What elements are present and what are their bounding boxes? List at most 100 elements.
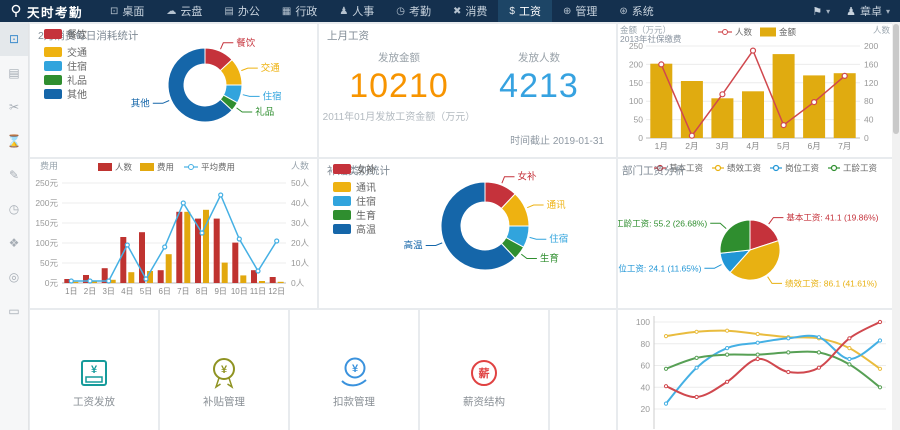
clock-icon: ◷ bbox=[9, 202, 19, 216]
app-logo[interactable]: 天时考勤 bbox=[0, 0, 99, 22]
panel-title: 部门工资分析 bbox=[622, 163, 685, 178]
nav-item-label: 消费 bbox=[465, 3, 487, 19]
svg-text:费用: 费用 bbox=[157, 162, 174, 172]
salary-pay-card[interactable]: ¥工资发放 bbox=[30, 310, 158, 430]
nav-item-system[interactable]: ⊛系统 bbox=[608, 0, 664, 22]
legend-item[interactable]: 住宿 bbox=[333, 193, 376, 208]
navbar-right: ⚑ ▾ ♟ 章卓 ▾ bbox=[812, 0, 900, 22]
cross-icon: ✖ bbox=[453, 6, 461, 17]
nav-item-hr[interactable]: ♟人事 bbox=[328, 0, 385, 22]
card-label: 扣款管理 bbox=[333, 394, 375, 409]
legend-item[interactable]: 女补 bbox=[333, 161, 376, 176]
card-label: 补贴管理 bbox=[203, 394, 245, 409]
svg-text:12日: 12日 bbox=[268, 287, 285, 296]
nav-item-label: 办公 bbox=[238, 3, 260, 19]
nav-item-admin[interactable]: ▦ 行政 bbox=[271, 0, 328, 22]
svg-text:礼品: 礼品 bbox=[255, 106, 274, 118]
panel-social-insurance: 050100150200250040801201602001月2月3月4月5月6… bbox=[618, 24, 892, 157]
nav-item-label: 工资 bbox=[519, 3, 541, 19]
sidebar-item-tag[interactable]: ✎ bbox=[0, 158, 28, 192]
svg-text:2013年社保缴费: 2013年社保缴费 bbox=[620, 34, 682, 44]
legend-item[interactable]: 生育 bbox=[333, 207, 376, 222]
top-navbar: 天时考勤 ⊡桌面☁云盘▤办公 ▦ 行政 ♟人事◷考勤 ✖ 消费 $ 工资 ⊕ 管理 ⊛系统 ⚑ ▾ … bbox=[0, 0, 900, 22]
svg-text:0: 0 bbox=[864, 133, 869, 143]
nav-item-label: 云盘 bbox=[180, 3, 202, 19]
svg-text:5日: 5日 bbox=[140, 287, 152, 296]
user-menu-button[interactable]: ♟ 章卓 ▾ bbox=[846, 3, 890, 19]
sidebar-item-clock[interactable]: ◷ bbox=[0, 192, 28, 226]
nav-item-label: 管理 bbox=[575, 3, 597, 19]
svg-text:人数: 人数 bbox=[873, 25, 891, 35]
svg-text:6月: 6月 bbox=[807, 141, 820, 151]
scrollbar-thumb[interactable] bbox=[893, 24, 899, 134]
empty-card bbox=[550, 310, 616, 430]
legend-label: 生育 bbox=[356, 207, 376, 222]
svg-text:绩效工资: 86.1 (41.61%): 绩效工资: 86.1 (41.61%) bbox=[785, 278, 877, 288]
svg-text:150: 150 bbox=[629, 78, 643, 88]
sidebar-item-coin[interactable]: ◎ bbox=[0, 260, 28, 294]
svg-text:100: 100 bbox=[629, 96, 643, 106]
legend-item[interactable]: 礼品 bbox=[44, 72, 87, 87]
sidebar-item-hourglass[interactable]: ⌛ bbox=[0, 124, 28, 158]
amount-stat: 发放金额 10210 2011年01月发放工资金额（万元） bbox=[319, 50, 479, 123]
scrollbar-track[interactable] bbox=[892, 22, 900, 430]
legend-item[interactable]: 餐饮 bbox=[44, 26, 87, 41]
svg-text:¥: ¥ bbox=[352, 363, 359, 375]
nav-item-label: 人事 bbox=[352, 3, 374, 19]
legend-item[interactable]: 通讯 bbox=[333, 179, 376, 194]
svg-text:0人: 0人 bbox=[291, 278, 305, 288]
sidebar-item-basket[interactable]: ❖ bbox=[0, 226, 28, 260]
nav-item-consume[interactable]: ✖ 消费 bbox=[442, 0, 498, 22]
svg-text:2月: 2月 bbox=[685, 141, 698, 151]
nav-item-manage[interactable]: ⊕ 管理 bbox=[552, 0, 608, 22]
svg-text:50元: 50元 bbox=[40, 258, 58, 268]
sidebar-item-dashboard[interactable]: ⊡ bbox=[0, 22, 28, 56]
coin-icon: ◎ bbox=[9, 270, 19, 284]
svg-text:9日: 9日 bbox=[214, 287, 226, 296]
svg-text:0: 0 bbox=[638, 133, 643, 143]
legend-swatch bbox=[333, 224, 351, 234]
svg-text:7月: 7月 bbox=[838, 141, 851, 151]
deadline-text: 时间截止 2019-01-31 bbox=[510, 132, 604, 147]
sidebar-item-scissors[interactable]: ✂ bbox=[0, 90, 28, 124]
nav-item-desktop[interactable]: ⊡桌面 bbox=[99, 0, 155, 22]
nav-item-salary[interactable]: $ 工资 bbox=[498, 0, 552, 22]
amount-value: 10210 bbox=[319, 67, 479, 105]
svg-text:11日: 11日 bbox=[250, 287, 266, 296]
count-label: 发放人数 bbox=[459, 50, 619, 65]
legend-item[interactable]: 住宿 bbox=[44, 58, 87, 73]
nav-item-cloud[interactable]: ☁云盘 bbox=[155, 0, 213, 22]
legend-item[interactable]: 其他 bbox=[44, 86, 87, 101]
dollar-icon: $ bbox=[509, 6, 515, 17]
hand-coin-icon: ¥ bbox=[334, 354, 374, 392]
structure-card[interactable]: 薪薪资结构 bbox=[420, 310, 548, 430]
hourglass-icon: ⌛ bbox=[7, 134, 22, 148]
panel-title: 上月工资 bbox=[327, 28, 369, 43]
svg-text:80: 80 bbox=[864, 96, 874, 106]
nav-item-label: 行政 bbox=[295, 3, 317, 19]
legend-item[interactable]: 交通 bbox=[44, 44, 87, 59]
app-logo-text: 天时考勤 bbox=[27, 2, 83, 21]
printer-icon: ▤ bbox=[8, 66, 19, 80]
salary-dashboard: 天时考勤 ⊡桌面☁云盘▤办公▦行政♟人事◷考勤✖消费$工资⊕管理⊛系统 ⚑ ▾ … bbox=[0, 0, 900, 430]
amount-label: 发放金额 bbox=[319, 50, 479, 65]
legend-item[interactable]: 高温 bbox=[333, 221, 376, 236]
sidebar-item-archive[interactable]: ▤ bbox=[0, 56, 28, 90]
svg-text:交通: 交通 bbox=[261, 62, 281, 74]
gear-icon: ⊕ bbox=[563, 6, 571, 17]
user-name: 章卓 bbox=[860, 3, 882, 19]
legend-swatch bbox=[44, 75, 62, 85]
svg-text:生育: 生育 bbox=[540, 253, 559, 265]
scissors-icon: ✂ bbox=[9, 100, 19, 114]
nav-item-attendance[interactable]: ◷考勤 bbox=[385, 0, 442, 22]
deduction-card[interactable]: ¥ 扣款管理 bbox=[290, 310, 418, 430]
svg-text:8日: 8日 bbox=[196, 287, 208, 296]
language-flag-button[interactable]: ⚑ ▾ bbox=[812, 5, 830, 18]
grid-icon: ▦ bbox=[282, 6, 291, 17]
subsidy-card[interactable]: ¥补贴管理 bbox=[160, 310, 288, 430]
sidebar-item-card[interactable]: ▭ bbox=[0, 294, 28, 328]
nav-item-office[interactable]: ▤办公 bbox=[213, 0, 270, 22]
legend-label: 高温 bbox=[356, 221, 376, 236]
svg-text:200元: 200元 bbox=[35, 198, 58, 208]
svg-text:6日: 6日 bbox=[158, 287, 170, 296]
